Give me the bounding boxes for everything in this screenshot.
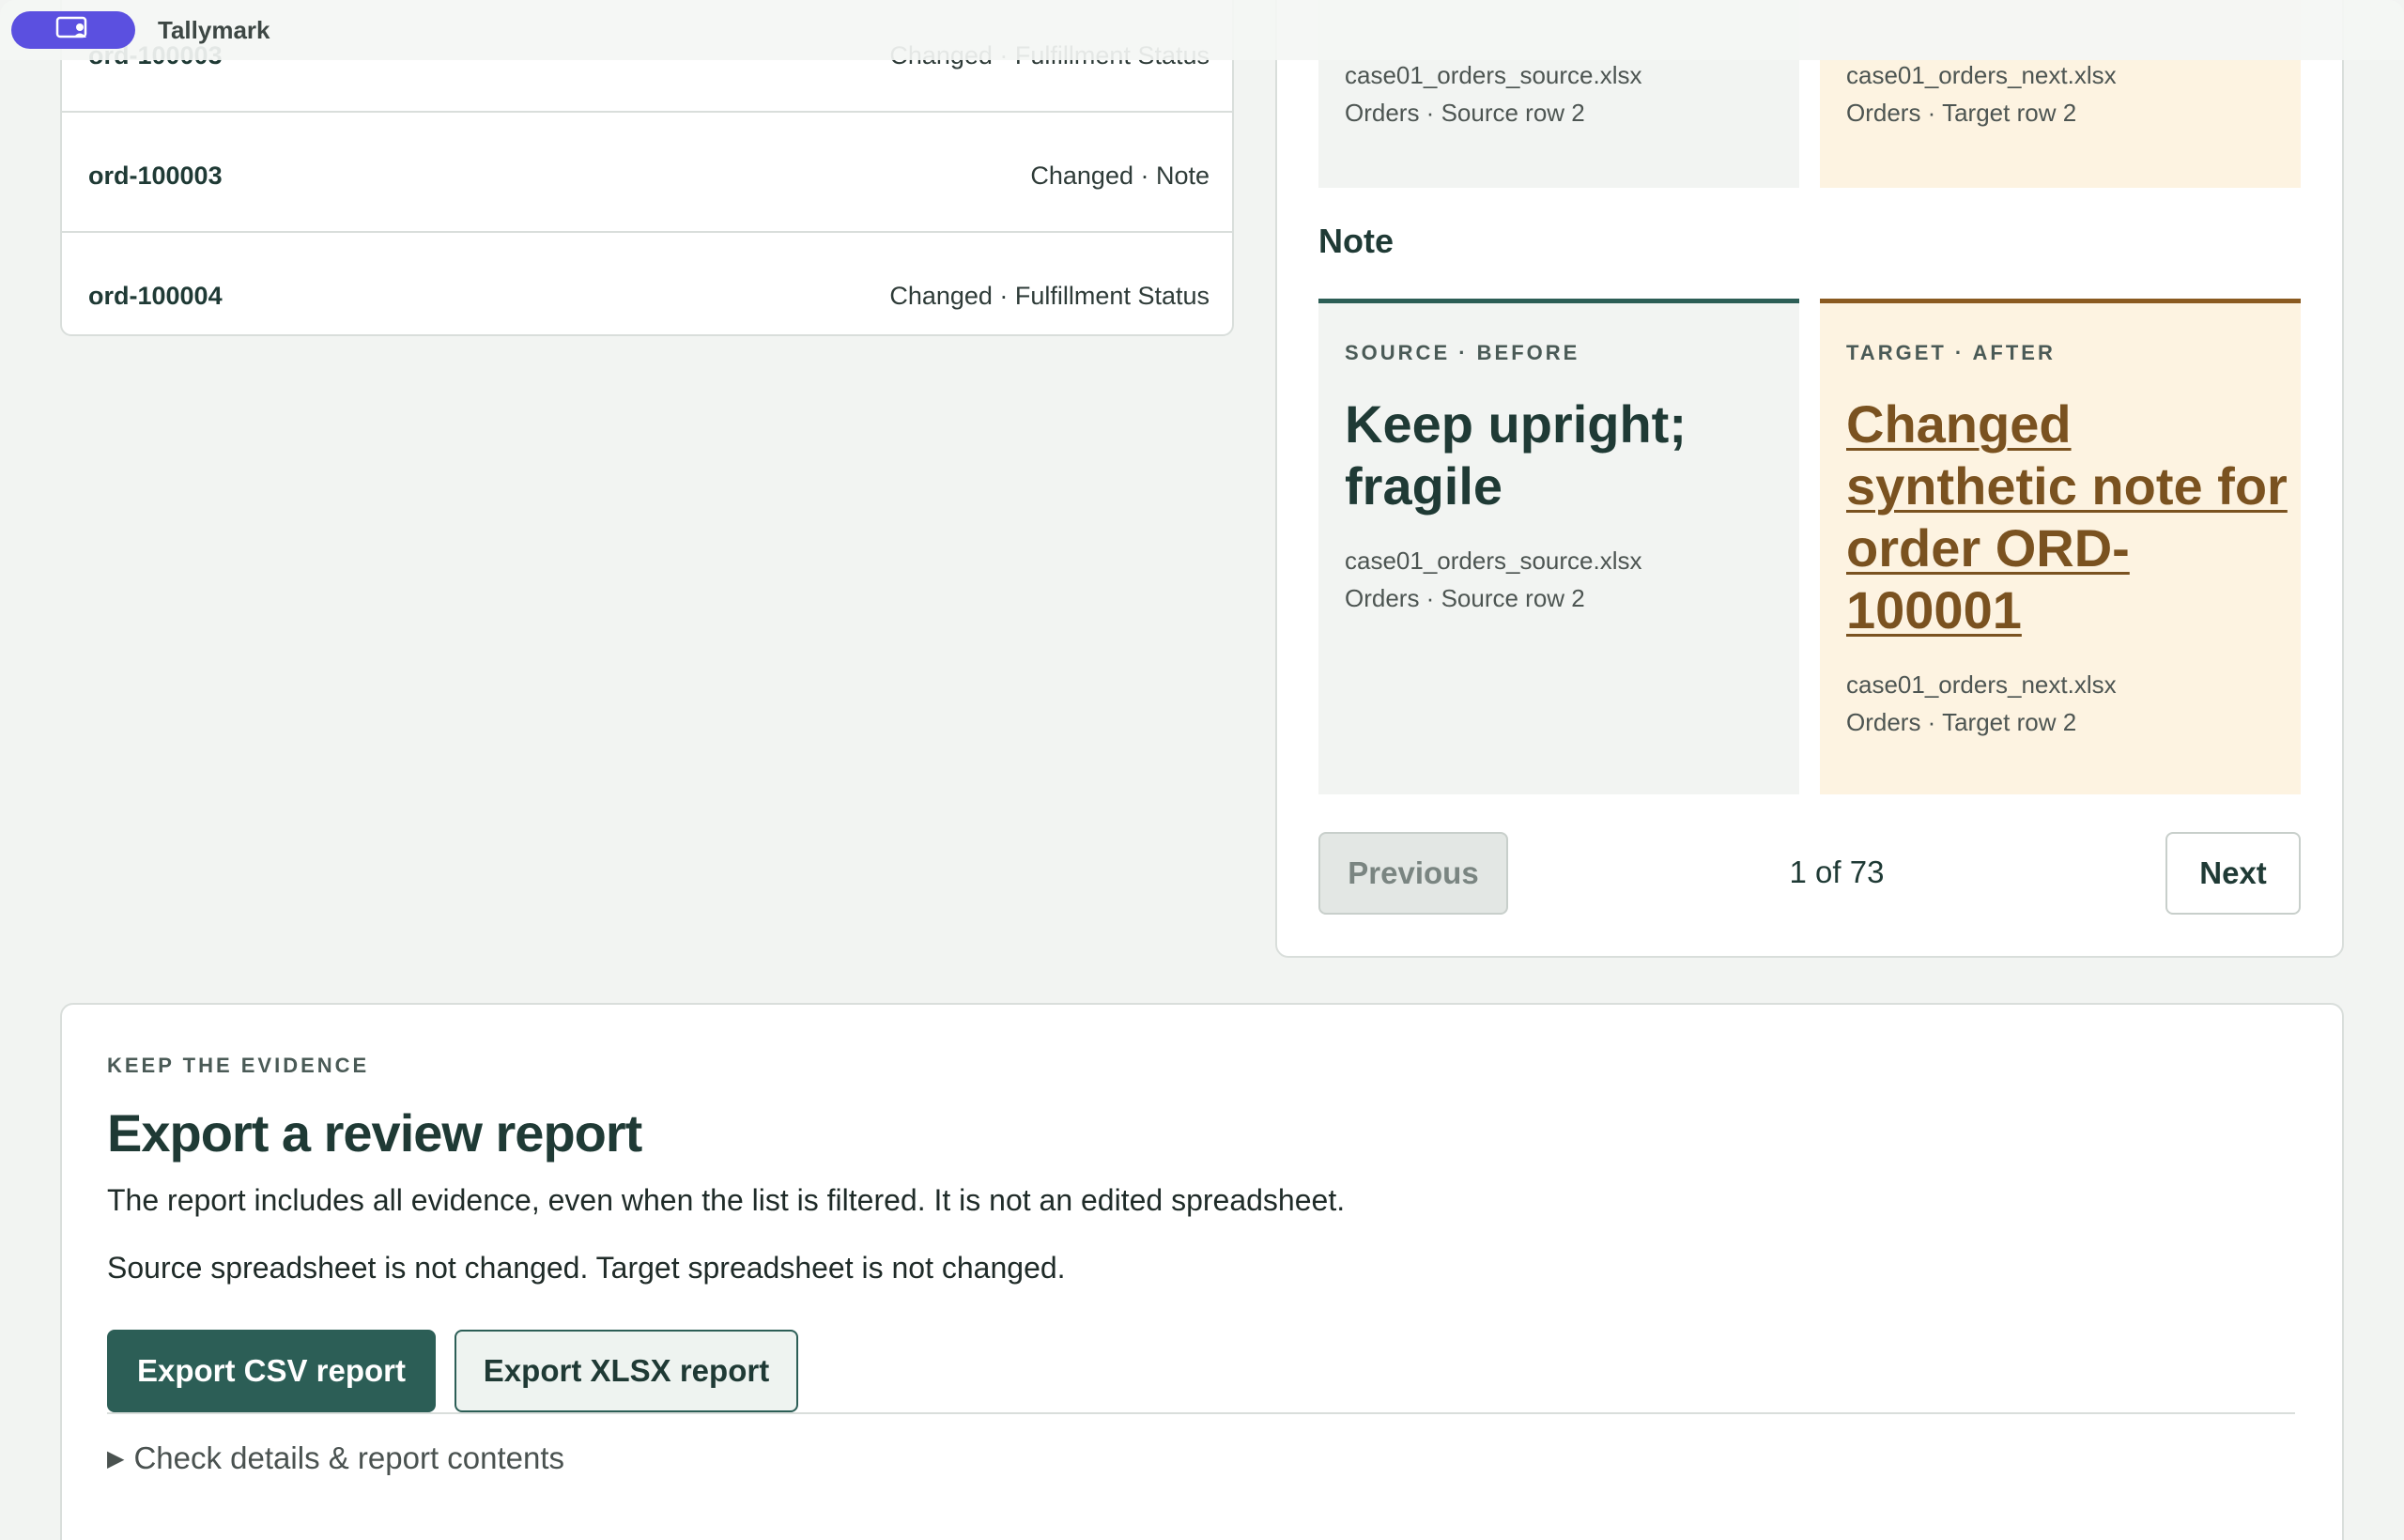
export-title: Export a review report — [107, 1103, 642, 1163]
export-card: KEEP THE EVIDENCE Export a review report… — [60, 1003, 2344, 1540]
export-eyebrow: KEEP THE EVIDENCE — [107, 1054, 370, 1077]
divider — [107, 1412, 2295, 1414]
source-before-pane: SOURCE · BEFORE Keep upright; fragile ca… — [1318, 299, 1799, 794]
target-location: Orders · Target row 2 — [1846, 708, 2077, 736]
source-value: Keep upright; fragile — [1345, 394, 1687, 516]
list-item[interactable]: ord-100003 Changed · Note — [62, 113, 1232, 233]
source-label: SOURCE · BEFORE — [1345, 341, 1580, 364]
details-toggle[interactable]: ▶ Check details & report contents — [107, 1440, 564, 1476]
target-file: case01_orders_next.xlsx — [1846, 670, 2117, 699]
app-title: Tallymark — [158, 16, 270, 44]
export-csv-button[interactable]: Export CSV report — [107, 1330, 436, 1412]
target-after-pane: TARGET · AFTER Changed synthetic note fo… — [1820, 299, 2301, 794]
row-id: ord-100004 — [88, 282, 223, 310]
screen-user-icon — [55, 16, 91, 45]
row-id: ord-100003 — [88, 162, 223, 190]
next-button[interactable]: Next — [2165, 832, 2301, 915]
previous-button[interactable]: Previous — [1318, 832, 1508, 915]
row-change: Changed · Fulfillment Status — [889, 282, 1210, 310]
target-location: Orders · Target row 2 — [1846, 99, 2077, 127]
source-location: Orders · Source row 2 — [1345, 584, 1585, 612]
app-switcher-button[interactable] — [11, 11, 135, 49]
field-name: Note — [1318, 222, 1394, 260]
pager-position: 1 of 73 — [1789, 855, 1885, 889]
target-label: TARGET · AFTER — [1846, 341, 2056, 364]
target-file: case01_orders_next.xlsx — [1846, 61, 2117, 89]
export-description: The report includes all evidence, even w… — [107, 1183, 1346, 1217]
export-status: Source spreadsheet is not changed. Targe… — [107, 1251, 1066, 1285]
row-change: Changed · Note — [1030, 162, 1210, 190]
disclosure-triangle-icon: ▶ — [107, 1445, 125, 1471]
details-toggle-label: Check details & report contents — [133, 1440, 565, 1475]
source-file: case01_orders_source.xlsx — [1345, 547, 1642, 575]
app-bar: Tallymark — [0, 0, 2404, 60]
list-item[interactable]: ord-100004 Changed · Fulfillment Status — [62, 233, 1232, 334]
export-xlsx-button[interactable]: Export XLSX report — [455, 1330, 798, 1412]
target-value: Changed synthetic note for order ORD-100… — [1846, 394, 2288, 639]
source-location: Orders · Source row 2 — [1345, 99, 1585, 127]
source-file: case01_orders_source.xlsx — [1345, 61, 1642, 89]
